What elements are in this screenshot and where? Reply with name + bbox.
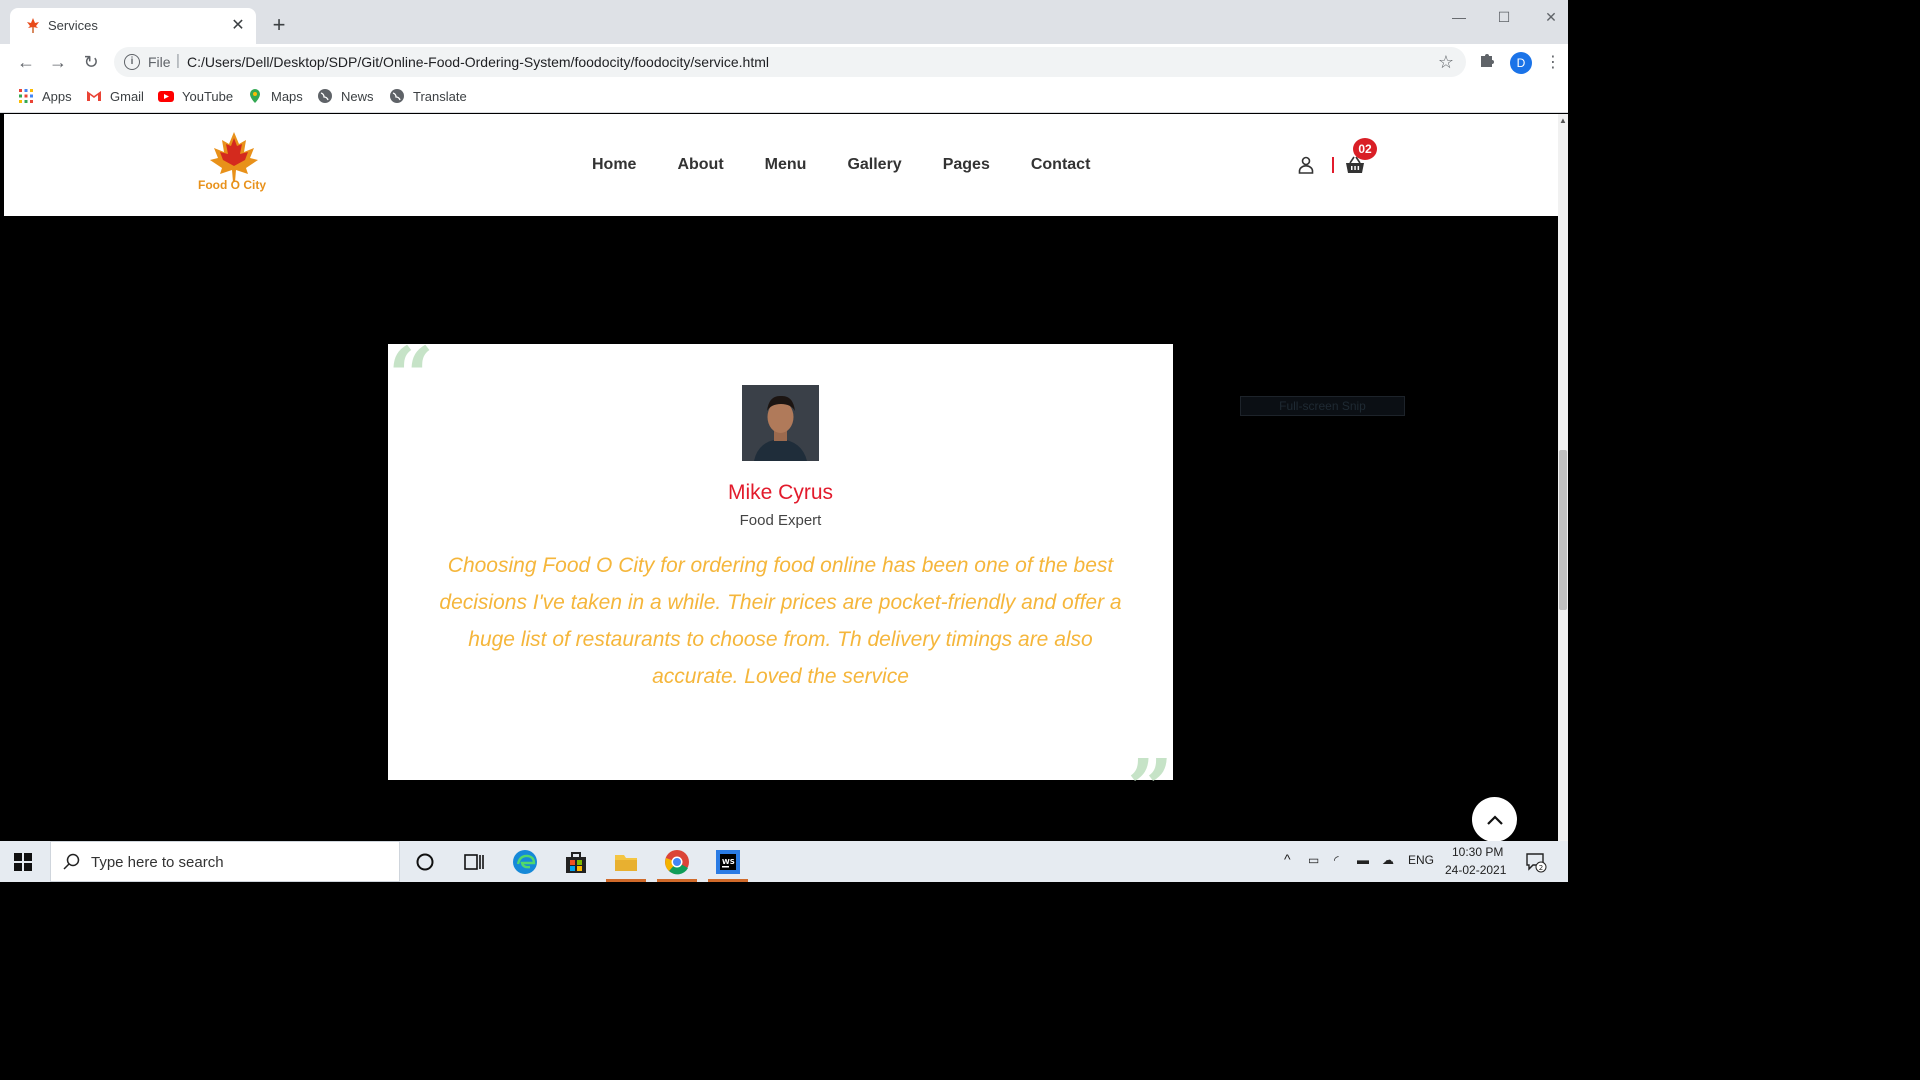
forward-icon[interactable]: → (46, 50, 70, 74)
page-scrollbar[interactable]: ▲ (1558, 114, 1568, 841)
brand-name: Food O City (198, 178, 266, 192)
profile-avatar[interactable]: D (1510, 52, 1532, 74)
bookmark-label: Apps (42, 88, 72, 104)
cortana-circle-icon[interactable] (410, 847, 440, 877)
search-icon (63, 853, 80, 870)
user-account-icon[interactable] (1298, 156, 1314, 174)
bookmark-label: Translate (413, 88, 467, 104)
wifi-icon[interactable]: ◜ (1334, 853, 1339, 867)
tab-title: Services (48, 18, 98, 33)
browser-tab[interactable]: Services ✕ (10, 8, 256, 44)
nav-about[interactable]: About (677, 156, 723, 174)
taskbar-search-input[interactable]: Type here to search (50, 841, 400, 882)
windows-start-icon[interactable] (14, 853, 32, 871)
close-quote-icon: ” (1126, 741, 1173, 835)
tray-device-icon[interactable]: ▭ (1308, 853, 1319, 867)
minimize-icon[interactable]: — (1448, 6, 1470, 28)
tab-strip: Services ✕ + — ☐ ✕ (0, 0, 1568, 44)
site-info-icon[interactable]: i (124, 54, 140, 70)
bookmark-label: YouTube (182, 88, 234, 104)
back-to-top-button[interactable] (1472, 797, 1517, 842)
bookmark-maps[interactable]: Maps (247, 87, 303, 105)
back-icon[interactable]: ← (14, 50, 38, 74)
url-separator: | (176, 52, 180, 69)
avatar (742, 385, 819, 461)
browser-menu-icon[interactable]: ⋮ (1545, 52, 1561, 74)
bookmark-news[interactable]: News (317, 87, 374, 105)
scrollbar-thumb[interactable] (1559, 450, 1567, 610)
nav-gallery[interactable]: Gallery (847, 156, 901, 174)
nav-menu[interactable]: Menu (765, 156, 807, 174)
bookmark-label: Maps (271, 88, 303, 104)
scroll-up-arrow-icon[interactable]: ▲ (1559, 116, 1567, 125)
site-header: Food O City Home About Menu Gallery Page… (4, 114, 1558, 216)
active-app-indicator (657, 879, 697, 882)
tab-close-icon[interactable]: ✕ (228, 16, 248, 36)
webstorm-icon[interactable]: WS (713, 847, 743, 877)
file-scheme-label: File (148, 54, 171, 70)
bookmark-youtube[interactable]: YouTube (158, 87, 233, 105)
chrome-icon[interactable] (662, 847, 692, 877)
person-photo (742, 385, 819, 461)
nav-pages[interactable]: Pages (943, 156, 990, 174)
clock-date[interactable]: 24-02-2021 (1445, 863, 1506, 877)
notification-count: 2 (1539, 864, 1543, 872)
youtube-icon (158, 91, 174, 102)
testimonial-quote: Choosing Food O City for ordering food o… (439, 554, 1122, 688)
bookmark-star-icon[interactable]: ☆ (1438, 52, 1454, 73)
maximize-icon[interactable]: ☐ (1493, 6, 1515, 28)
close-window-icon[interactable]: ✕ (1540, 6, 1562, 28)
apps-grid-icon (19, 89, 33, 103)
bookmarks-bar: Apps Gmail YouTube Maps News Translate (0, 80, 1568, 113)
bookmark-apps[interactable]: Apps (18, 87, 72, 105)
bookmark-label: Gmail (110, 88, 144, 104)
cart-count-badge: 02 (1353, 138, 1377, 160)
header-divider (1332, 157, 1334, 173)
snip-overlay-hint: Full-screen Snip (1240, 396, 1405, 416)
active-app-indicator (708, 879, 748, 882)
chevron-up-icon (1486, 814, 1503, 825)
url-text[interactable]: C:/Users/Dell/Desktop/SDP/Git/Online-Foo… (187, 54, 769, 70)
site-favicon-icon (27, 18, 39, 33)
new-tab-icon[interactable]: + (268, 14, 290, 36)
active-app-indicator (606, 879, 646, 882)
bookmark-label: News (341, 88, 374, 104)
onedrive-error-icon[interactable]: ☁ (1382, 853, 1394, 867)
nav-contact[interactable]: Contact (1031, 156, 1091, 174)
testimonial-author-role: Food Expert (739, 512, 822, 529)
testimonial-card: “ Mike Cyrus Food Expert Choosing Food O… (388, 336, 1173, 828)
main-navigation: Home About Menu Gallery Pages Contact (592, 156, 1131, 174)
tray-chevron-up-icon[interactable]: ^ (1284, 851, 1291, 867)
notifications-icon[interactable]: 2 (1525, 851, 1547, 873)
browser-toolbar: ← → ↻ i File | C:/Users/Dell/Desktop/SDP… (0, 44, 1568, 80)
svg-text:WS: WS (722, 858, 735, 866)
gmail-icon (87, 91, 101, 101)
address-bar[interactable]: i File | C:/Users/Dell/Desktop/SDP/Git/O… (114, 47, 1466, 77)
windows-taskbar: Type here to search WS ^ ▭ ◜ ▬ ☁ ENG 10:… (0, 841, 1568, 882)
battery-icon[interactable]: ▬ (1357, 853, 1369, 867)
open-quote-icon: “ (388, 329, 435, 423)
extensions-puzzle-icon[interactable] (1477, 50, 1497, 70)
bookmark-gmail[interactable]: Gmail (86, 87, 144, 105)
globe-icon (318, 89, 332, 103)
edge-browser-icon[interactable] (510, 847, 540, 877)
store-bag-icon[interactable] (561, 847, 591, 877)
language-indicator[interactable]: ENG (1408, 853, 1434, 867)
nav-home[interactable]: Home (592, 156, 636, 174)
globe-icon (390, 89, 404, 103)
search-placeholder: Type here to search (91, 854, 224, 871)
bookmark-translate[interactable]: Translate (389, 87, 467, 105)
task-view-icon[interactable] (459, 847, 489, 877)
file-explorer-icon[interactable] (611, 847, 641, 877)
reload-icon[interactable]: ↻ (79, 50, 103, 74)
clock-time[interactable]: 10:30 PM (1452, 845, 1503, 859)
testimonial-author-name: Mike Cyrus (727, 481, 833, 504)
maps-pin-icon (250, 89, 260, 103)
